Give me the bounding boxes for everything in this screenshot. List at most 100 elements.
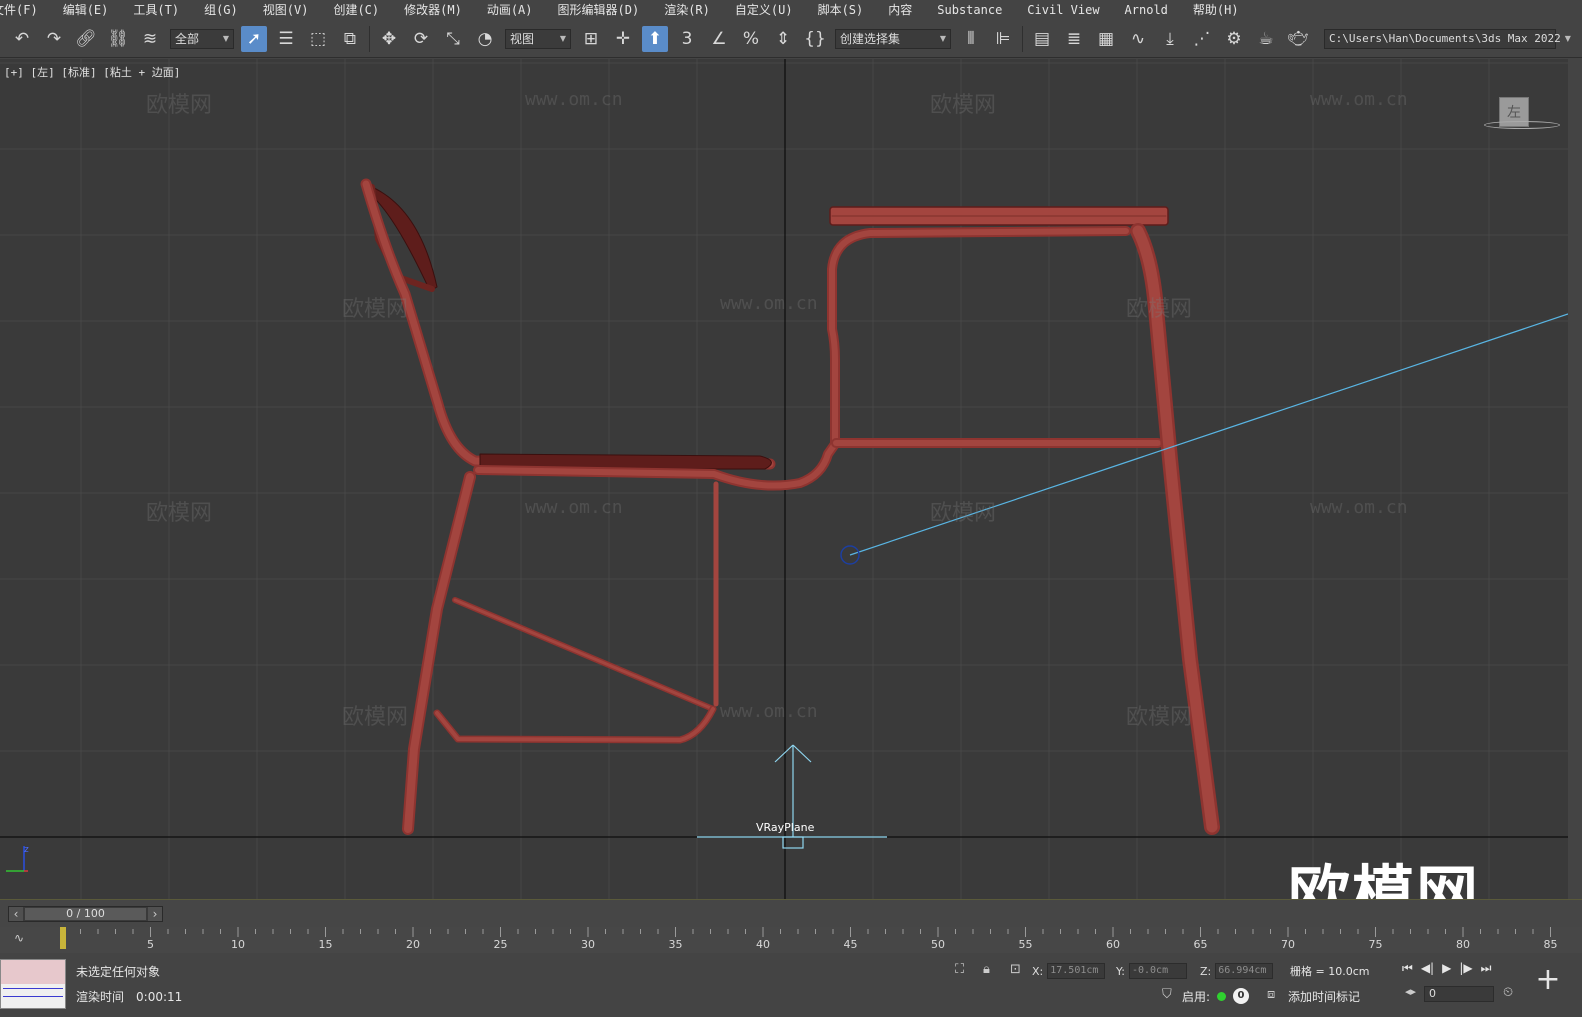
counter-badge: 0: [1233, 988, 1249, 1004]
menu-item[interactable]: 组(G): [191, 0, 250, 20]
track-tick-label: 20: [406, 938, 420, 951]
frame-spinner-icon[interactable]: ◂▸: [1405, 985, 1416, 998]
chevron-left-icon[interactable]: ‹: [9, 907, 23, 921]
go-to-end-icon[interactable]: ⏭: [1481, 961, 1492, 976]
scene-explorer-icon[interactable]: ▤: [1029, 26, 1055, 52]
coord-x-field[interactable]: 17.501cm: [1047, 963, 1106, 979]
play-icon[interactable]: ▶︎: [1442, 961, 1451, 976]
dope-sheet-icon[interactable]: ⤓: [1157, 26, 1183, 52]
bind-space-warp-icon[interactable]: ≋: [137, 26, 163, 52]
current-frame-marker[interactable]: [60, 927, 66, 949]
next-frame-icon[interactable]: |▶︎: [1459, 961, 1472, 976]
track-tick-label: 45: [844, 938, 858, 951]
time-slider[interactable]: ‹ 0 / 100 ›: [0, 899, 1582, 927]
layer-explorer-icon[interactable]: ≣: [1061, 26, 1087, 52]
current-frame-field[interactable]: 0: [1424, 986, 1494, 1002]
menu-item[interactable]: 内容: [875, 0, 924, 20]
undo-icon[interactable]: ↶: [9, 26, 35, 52]
listener-input[interactable]: [1, 960, 65, 984]
enabled-status-dot[interactable]: [1217, 992, 1226, 1001]
keyboard-shortcut-override-icon[interactable]: ⬆: [642, 25, 668, 52]
main-toolbar: ↶ ↷ 🔗︎ ⛓︎ ≋ 全部 ▼ ➚ ☰ ⬚ ⧉ ✥ ⟳ ⤡ ◔ 视图 ▼ ⊞ ✛ …: [0, 20, 1582, 58]
rotate-icon[interactable]: ⟳: [408, 26, 434, 52]
maxscript-mini-listener[interactable]: [0, 959, 66, 1009]
curve-editor-icon[interactable]: ∿: [1125, 26, 1151, 52]
menu-item[interactable]: 编辑(E): [50, 0, 121, 20]
menu-item[interactable]: 帮助(H): [1180, 0, 1251, 20]
menu-item[interactable]: 工具(T): [120, 0, 191, 20]
menu-item[interactable]: 视图(V): [250, 0, 321, 20]
absolute-mode-icon[interactable]: ⊡: [1010, 962, 1021, 977]
track-tick-label: 85: [1544, 938, 1558, 951]
menu-item[interactable]: 创建(C): [320, 0, 391, 20]
select-manipulate-icon[interactable]: ✛: [610, 26, 636, 52]
add-icon[interactable]: +: [1532, 965, 1564, 997]
percent-snap-icon[interactable]: %: [738, 26, 764, 52]
window-crossing-icon[interactable]: ⧉: [337, 26, 363, 52]
left-viewport[interactable]: [+] [左] [标准] [粘土 + 边面] z 欧模网 欧模网 www.om.…: [0, 59, 1568, 899]
time-configuration-icon[interactable]: ⏲: [1503, 985, 1513, 1000]
menu-item[interactable]: Arnold: [1112, 0, 1180, 20]
chair-model[interactable]: [360, 178, 1220, 835]
viewcube[interactable]: 左: [1484, 95, 1560, 135]
schematic-view-icon[interactable]: ⋰: [1189, 26, 1215, 52]
place-icon[interactable]: ◔: [472, 26, 498, 52]
status-bar: 未选定任何对象 渲染时间 0:00:11 ⛶ 🔒︎ ⊡ X: 17.501cm Y:…: [0, 953, 1582, 1017]
adaptive-degradation-icon[interactable]: ⛉: [1162, 987, 1172, 1002]
time-slider-box[interactable]: ‹ 0 / 100 ›: [8, 906, 163, 922]
track-tick-label: 10: [231, 938, 245, 951]
redo-icon[interactable]: ↷: [41, 26, 67, 52]
menu-item[interactable]: 文件(F): [0, 0, 50, 20]
snaps-toggle-icon[interactable]: 3: [674, 26, 700, 52]
render-frame-icon[interactable]: 🫖︎: [1285, 26, 1311, 52]
named-selection-dropdown[interactable]: 创建选择集 ▼: [835, 28, 951, 49]
menu-item[interactable]: 图形编辑器(D): [545, 0, 652, 20]
track-bar[interactable]: ∿ 0510152025303540455055606570758085: [0, 927, 1582, 953]
menu-item[interactable]: 渲染(R): [651, 0, 722, 20]
align-icon[interactable]: ⊫: [990, 26, 1016, 52]
listener-line: [3, 996, 63, 997]
mirror-icon[interactable]: ⫴: [958, 26, 984, 52]
menu-item[interactable]: 动画(A): [474, 0, 545, 20]
add-time-tag-button[interactable]: 添加时间标记: [1288, 988, 1360, 1005]
viewport-side-strip: [1568, 59, 1582, 899]
menu-item[interactable]: 修改器(M): [391, 0, 474, 20]
spinner-snap-icon[interactable]: ⇕: [770, 26, 796, 52]
chevron-down-icon: ▼: [939, 34, 946, 43]
rectangular-selection-icon[interactable]: ⬚: [305, 26, 331, 52]
selection-filter-dropdown[interactable]: 全部 ▼: [170, 28, 234, 49]
menu-item[interactable]: 脚本(S): [805, 0, 876, 20]
edit-named-selection-icon[interactable]: {}: [802, 26, 828, 52]
time-tag-icon[interactable]: ⧈: [1267, 987, 1275, 1002]
pivot-center-icon[interactable]: ⊞: [578, 26, 604, 52]
unlink-icon[interactable]: ⛓︎: [105, 26, 131, 52]
ribbon-toggle-icon[interactable]: ▦: [1093, 26, 1119, 52]
scale-icon[interactable]: ⤡: [440, 26, 466, 52]
link-icon[interactable]: 🔗︎: [73, 26, 99, 52]
project-path-dropdown[interactable]: C:\Users\Han\Documents\3ds Max 2022 ▼: [1324, 28, 1571, 49]
angle-snap-icon[interactable]: ∠: [706, 26, 732, 52]
track-bar-ruler[interactable]: 0510152025303540455055606570758085: [0, 927, 1582, 953]
time-slider-value[interactable]: 0 / 100: [25, 908, 146, 920]
coord-y-field[interactable]: -0.0cm: [1128, 963, 1187, 979]
menu-item[interactable]: 自定义(U): [722, 0, 805, 20]
viewcube-ring[interactable]: [1484, 121, 1560, 129]
menu-item[interactable]: Civil View: [1014, 0, 1111, 20]
go-to-start-icon[interactable]: ⏮: [1402, 961, 1413, 976]
render-setup-icon[interactable]: ☕︎: [1253, 26, 1279, 52]
move-icon[interactable]: ✥: [376, 26, 402, 52]
select-by-name-icon[interactable]: ☰: [273, 26, 299, 52]
chevron-right-icon[interactable]: ›: [148, 907, 162, 921]
track-tick-label: 65: [1194, 938, 1208, 951]
selection-lock-icon[interactable]: 🔒︎: [983, 962, 990, 977]
select-object-icon[interactable]: ➚: [241, 25, 267, 52]
named-selection-value: 创建选择集: [840, 32, 901, 46]
coord-z-field[interactable]: 66.994cm: [1215, 963, 1274, 979]
material-editor-icon[interactable]: ⚙: [1221, 26, 1247, 52]
viewport-label[interactable]: [+] [左] [标准] [粘土 + 边面]: [4, 64, 180, 80]
menu-item[interactable]: Substance: [924, 0, 1014, 20]
reference-coordinate-dropdown[interactable]: 视图 ▼: [505, 28, 571, 49]
track-tick-label: 15: [319, 938, 333, 951]
isolate-selection-icon[interactable]: ⛶: [955, 962, 964, 977]
previous-frame-icon[interactable]: ◀︎|: [1421, 961, 1434, 976]
